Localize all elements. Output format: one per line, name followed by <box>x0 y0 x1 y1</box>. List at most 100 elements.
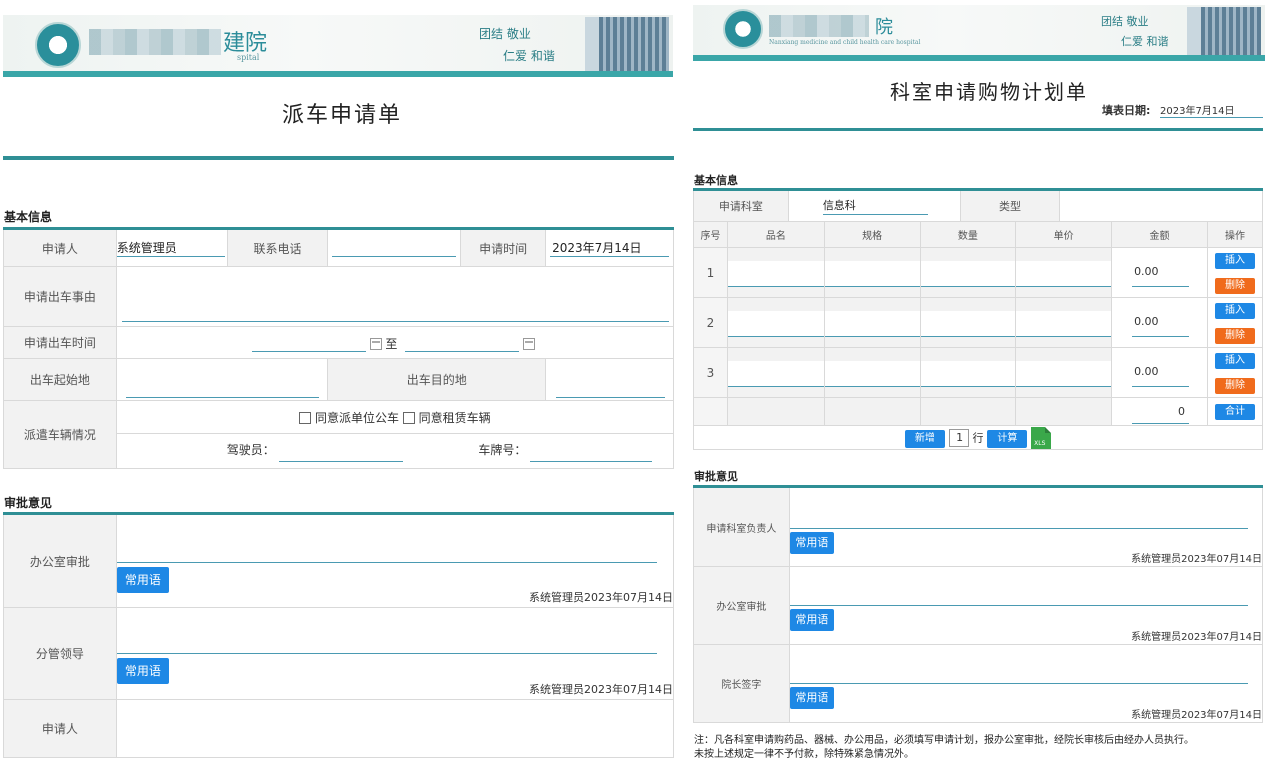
depart-time-label: 申请出车时间 <box>3 326 117 359</box>
plate-field[interactable] <box>530 444 653 462</box>
phone-label: 联系电话 <box>226 228 329 267</box>
add-rows-button[interactable]: 新增 <box>904 430 945 448</box>
motto-line-1: 团结 敬业 <box>479 27 531 41</box>
dept-label: 申请科室 <box>693 189 789 222</box>
table-toolbar-row: 新增 1 行 计算 <box>693 425 1263 450</box>
official-car-option: 同意派单位公车 <box>314 410 399 425</box>
fill-date-label: 填表日期: <box>1102 104 1151 117</box>
form-title: 科室申请购物计划单 <box>890 80 1088 104</box>
destination-field[interactable] <box>556 380 665 398</box>
item-amount-field[interactable]: 0.00 <box>1132 361 1189 387</box>
approval-heading: 审批意见 <box>4 496 53 510</box>
excel-export-icon[interactable] <box>1031 426 1052 449</box>
calendar-icon[interactable] <box>523 338 536 350</box>
footer-note-line-1: 注：凡各科室申请购药品、器械、办公用品，必须填写申请计划，报办公室审批，经院长审… <box>694 735 1194 746</box>
common-phrase-button[interactable]: 常用语 <box>789 687 834 709</box>
table-row: 3 0.00 插入 删除 <box>693 347 1264 398</box>
item-spec-field[interactable] <box>824 360 920 387</box>
items-table: 序号 品名 规格 数量 单价 金额 操作 1 0.00 插入 删除 2 0.00… <box>693 221 1264 450</box>
item-amount-field[interactable]: 0.00 <box>1132 311 1189 337</box>
hospital-building-image <box>585 17 669 71</box>
col-header-action: 操作 <box>1206 221 1264 248</box>
form-title: 派车申请单 <box>282 103 403 128</box>
row-number: 1 <box>693 247 728 298</box>
table-row: 2 0.00 插入 删除 <box>693 297 1264 348</box>
depart-end-field[interactable] <box>405 334 520 352</box>
item-name-field[interactable] <box>727 360 824 387</box>
office-approval-stamp: 系统管理员2023年07月14日 <box>529 591 673 604</box>
item-price-field[interactable] <box>1016 260 1112 287</box>
phone-field[interactable] <box>332 239 457 257</box>
president-sign-stamp: 系统管理员2023年07月14日 <box>1131 710 1262 721</box>
footer-note-line-2: 未按上述规定一律不予付款，除特殊紧急情况外。 <box>694 749 914 760</box>
plate-label: 车牌号： <box>478 442 527 457</box>
dispatch-label: 派遣车辆情况 <box>3 400 117 469</box>
driver-field[interactable] <box>278 444 403 462</box>
item-name-field[interactable] <box>727 310 824 337</box>
common-phrase-button[interactable]: 常用语 <box>789 609 834 631</box>
insert-row-button[interactable]: 插入 <box>1214 302 1255 319</box>
approval-table: 申请科室负责人 常用语 系统管理员2023年07月14日 办公室审批 常用语 系… <box>693 485 1264 723</box>
item-price-field[interactable] <box>1016 360 1112 387</box>
table-row: 1 0.00 插入 删除 <box>693 247 1264 298</box>
official-car-checkbox[interactable] <box>299 412 312 424</box>
item-spec-field[interactable] <box>824 310 920 337</box>
hospital-header-banner: 院 Nanxiang medicine and child health car… <box>693 5 1265 61</box>
common-phrase-button[interactable]: 常用语 <box>789 532 834 554</box>
total-button[interactable]: 合计 <box>1214 404 1255 420</box>
destination-label: 出车目的地 <box>327 358 547 401</box>
common-phrase-button[interactable]: 常用语 <box>116 658 169 684</box>
item-amount-field[interactable]: 0.00 <box>1132 261 1189 287</box>
items-header-row: 序号 品名 规格 数量 单价 金额 操作 <box>693 221 1264 248</box>
motto-line-2: 仁爱 和谐 <box>503 49 555 63</box>
office-approval-field[interactable] <box>789 605 1248 606</box>
to-label: 至 <box>385 336 398 351</box>
motto-line-1: 团结 敬业 <box>1101 15 1149 28</box>
basic-info-table: 申请人 系统管理员 联系电话 申请时间 2023年7月14日 申请出车事由 申请… <box>3 227 675 469</box>
applicant-sign-field[interactable] <box>115 699 675 758</box>
col-header-spec: 规格 <box>823 221 921 248</box>
depart-start-field[interactable] <box>251 334 366 352</box>
hospital-sub-text: spital <box>237 53 260 62</box>
driver-label: 驾驶员： <box>226 442 275 457</box>
add-row-count-input[interactable]: 1 <box>948 428 969 447</box>
row-unit-label: 行 <box>972 431 984 444</box>
item-spec-field[interactable] <box>824 260 920 287</box>
delete-row-button[interactable]: 删除 <box>1214 327 1255 344</box>
fill-date-field[interactable]: 2023年7月14日 <box>1160 102 1263 118</box>
blurred-hospital-name <box>89 29 221 55</box>
calendar-icon[interactable] <box>369 338 382 350</box>
applicant-field[interactable]: 系统管理员 <box>116 239 225 257</box>
leader-approval-label: 分管领导 <box>3 607 117 700</box>
rental-car-checkbox[interactable] <box>402 412 415 424</box>
calculate-button[interactable]: 计算 <box>987 430 1028 448</box>
item-price-field[interactable] <box>1016 310 1112 337</box>
office-approval-field[interactable] <box>116 562 657 563</box>
dept-head-field[interactable] <box>789 528 1248 529</box>
apply-time-field[interactable]: 2023年7月14日 <box>550 239 669 257</box>
type-field[interactable] <box>1059 189 1263 222</box>
dept-head-label: 申请科室负责人 <box>693 486 790 567</box>
item-name-field[interactable] <box>727 260 824 287</box>
row-number: 3 <box>693 347 728 398</box>
total-amount-field[interactable]: 0 <box>1132 402 1189 424</box>
purchase-plan-form: 院 Nanxiang medicine and child health car… <box>690 0 1269 769</box>
delete-row-button[interactable]: 删除 <box>1214 277 1255 294</box>
reason-field[interactable] <box>121 304 669 322</box>
origin-field[interactable] <box>125 380 320 398</box>
president-sign-field[interactable] <box>789 683 1248 684</box>
item-qty-field[interactable] <box>920 360 1016 387</box>
dept-field[interactable]: 信息科 <box>822 197 928 215</box>
item-qty-field[interactable] <box>920 310 1016 337</box>
hospital-logo-icon <box>723 9 763 49</box>
leader-approval-field[interactable] <box>116 653 657 654</box>
delete-row-button[interactable]: 删除 <box>1214 377 1255 394</box>
common-phrase-button[interactable]: 常用语 <box>116 567 169 593</box>
leader-approval-stamp: 系统管理员2023年07月14日 <box>529 683 673 696</box>
basic-info-heading: 基本信息 <box>694 174 738 187</box>
blurred-hospital-name <box>769 15 869 37</box>
insert-row-button[interactable]: 插入 <box>1214 352 1255 369</box>
hospital-name-text: 院 <box>875 17 893 38</box>
item-qty-field[interactable] <box>920 260 1016 287</box>
insert-row-button[interactable]: 插入 <box>1214 252 1255 269</box>
